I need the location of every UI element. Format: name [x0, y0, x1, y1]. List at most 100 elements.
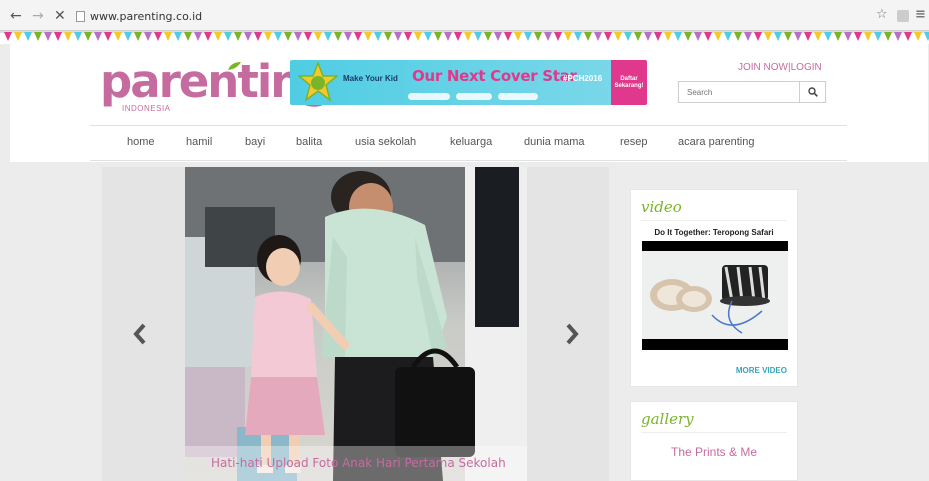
nav-keluarga[interactable]: keluarga — [450, 136, 492, 148]
nav-hamil[interactable]: hamil — [186, 136, 212, 148]
bunting-flag — [174, 32, 182, 41]
bunting-flag — [584, 32, 592, 41]
facebook-badge — [408, 93, 450, 100]
bunting-flag — [824, 32, 832, 41]
bunting-flag — [554, 32, 562, 41]
bunting-flag — [794, 32, 802, 41]
bunting-flag — [344, 32, 352, 41]
bunting-flag — [14, 32, 22, 41]
bunting-flag — [464, 32, 472, 41]
nav-balita[interactable]: balita — [296, 136, 322, 148]
page-icon — [76, 10, 85, 22]
bunting-flag — [374, 32, 382, 41]
bunting-flag — [204, 32, 212, 41]
stop-button[interactable]: ✕ — [54, 9, 66, 23]
main-nav: home hamil bayi balita usia sekolah kelu… — [90, 125, 847, 161]
bunting-flag — [434, 32, 442, 41]
bunting-flag — [324, 32, 332, 41]
back-button[interactable]: ← — [10, 9, 22, 23]
bunting-flag — [714, 32, 722, 41]
bunting-flag — [304, 32, 312, 41]
bunting-flag — [244, 32, 252, 41]
search-button[interactable] — [799, 82, 825, 102]
bunting-flag — [494, 32, 502, 41]
chevron-right-icon[interactable] — [564, 322, 580, 346]
bunting-flag — [44, 32, 52, 41]
more-video-link[interactable]: MORE VIDEO — [736, 366, 787, 375]
bunting-flag — [724, 32, 732, 41]
bunting-flag — [234, 32, 242, 41]
extension-icon[interactable] — [897, 10, 909, 22]
bunting-flag — [114, 32, 122, 41]
search-icon — [807, 87, 818, 97]
nav-dunia-mama[interactable]: dunia mama — [524, 136, 585, 148]
video-title[interactable]: Do It Together: Teropong Safari — [631, 228, 797, 237]
join-now-link[interactable]: JOIN NOW — [738, 62, 788, 73]
bunting-flag — [564, 32, 572, 41]
bunting-flag — [874, 32, 882, 41]
login-link[interactable]: LOGIN — [791, 62, 822, 73]
slide-caption[interactable]: Hati-hati Upload Foto Anak Hari Pertama … — [211, 456, 506, 470]
bunting-flag — [754, 32, 762, 41]
gallery-item-link[interactable]: The Prints & Me — [631, 445, 797, 459]
nav-bayi[interactable]: bayi — [245, 136, 265, 148]
site-logo[interactable]: parenting INDONESIA — [100, 55, 333, 118]
bunting-flag — [734, 32, 742, 41]
video-thumbnail-image — [642, 241, 788, 350]
bunting-flag — [334, 32, 342, 41]
bunting-flag — [154, 32, 162, 41]
gallery-widget: gallery The Prints & Me — [630, 401, 798, 481]
nav-home[interactable]: home — [127, 136, 155, 148]
bookmark-star-icon[interactable]: ☆ — [876, 8, 888, 22]
page: parenting INDONESIA Make Your Kid Our Ne… — [0, 44, 929, 481]
bunting-flag — [774, 32, 782, 41]
bunting-flag — [164, 32, 172, 41]
bunting-flag — [64, 32, 72, 41]
video-widget: video Do It Together: Teropong Safari MO… — [630, 189, 798, 387]
bunting-flag — [844, 32, 852, 41]
search-input[interactable] — [679, 82, 801, 102]
bunting-flag — [144, 32, 152, 41]
slide-photo[interactable]: Hati-hati Upload Foto Anak Hari Pertama … — [185, 167, 527, 481]
twitter-badge — [456, 93, 492, 100]
gallery-widget-divider — [641, 432, 787, 433]
bunting-flag — [404, 32, 412, 41]
bunting-flag — [484, 32, 492, 41]
bunting-flag — [514, 32, 522, 41]
forward-button[interactable]: → — [32, 9, 44, 23]
bunting-flag — [884, 32, 892, 41]
bunting-flag — [364, 32, 372, 41]
bunting-flag — [544, 32, 552, 41]
bunting-flag — [524, 32, 532, 41]
bunting-flag — [134, 32, 142, 41]
chevron-left-icon[interactable] — [132, 322, 148, 346]
nav-resep[interactable]: resep — [620, 136, 648, 148]
bunting-flag — [904, 32, 912, 41]
bunting-flag — [924, 32, 929, 41]
video-thumbnail[interactable] — [642, 241, 788, 350]
bunting-flag — [804, 32, 812, 41]
bunting-flag — [424, 32, 432, 41]
url-text: www.parenting.co.id — [90, 9, 203, 23]
video-widget-title: video — [641, 198, 682, 216]
promo-banner[interactable]: Make Your Kid Our Next Cover Star #PCH20… — [290, 60, 647, 105]
bunting-flag — [184, 32, 192, 41]
menu-icon[interactable]: ≡ — [915, 8, 926, 22]
bunting-flag — [294, 32, 302, 41]
bunting-flag — [644, 32, 652, 41]
bunting-flag — [664, 32, 672, 41]
bunting-flag — [634, 32, 642, 41]
bunting-flag — [684, 32, 692, 41]
address-bar[interactable]: www.parenting.co.id — [76, 7, 576, 25]
banner-lead-text: Make Your Kid — [343, 74, 398, 83]
nav-acara-parenting[interactable]: acara parenting — [678, 136, 754, 148]
logo-wordmark: parenting — [100, 55, 333, 108]
banner-cta-button[interactable]: Daftar Sekarang! — [611, 60, 647, 105]
banner-hashtag: #PCH2016 — [563, 74, 603, 83]
nav-usia-sekolah[interactable]: usia sekolah — [355, 136, 416, 148]
bunting-flag — [694, 32, 702, 41]
bunting-flag — [94, 32, 102, 41]
browser-toolbar: ← → ✕ www.parenting.co.id ☆ ≡ — [0, 0, 929, 31]
bunting-flag — [124, 32, 132, 41]
bunting-decoration — [0, 31, 929, 44]
